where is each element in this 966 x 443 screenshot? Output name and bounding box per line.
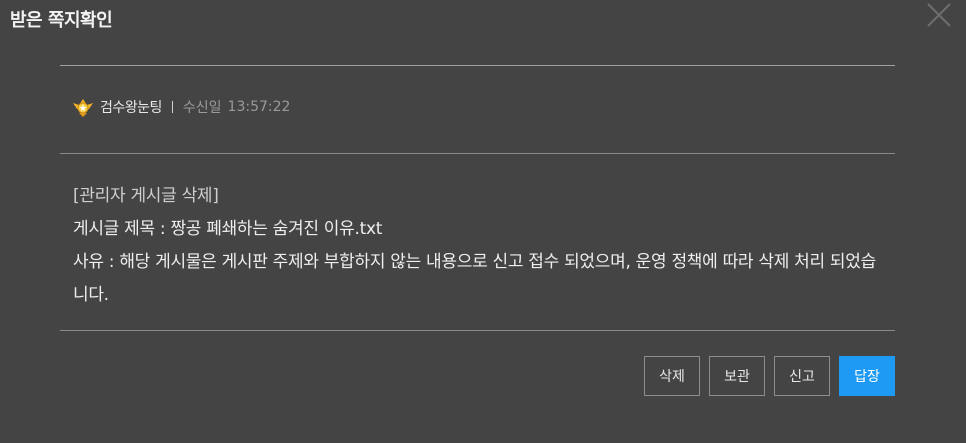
message-title-line: 게시글 제목 : 짱공 폐쇄하는 숨겨진 이유.txt	[73, 219, 383, 239]
meta-separator	[171, 101, 173, 113]
dialog-title: 받은 쪽지확인	[10, 10, 113, 31]
message-header-line: [관리자 게시글 삭제]	[73, 186, 219, 206]
bottom-divider	[60, 330, 895, 331]
top-divider	[60, 65, 895, 66]
rank-badge-icon	[72, 96, 94, 118]
report-button[interactable]: 신고	[774, 356, 830, 396]
sender-name[interactable]: 검수왕눈팅	[100, 97, 162, 117]
action-buttons: 삭제 보관 신고 답장	[644, 356, 895, 396]
reply-button[interactable]: 답장	[839, 356, 895, 396]
close-button[interactable]	[926, 2, 952, 28]
received-label: 수신일	[182, 100, 222, 116]
close-icon	[926, 2, 952, 28]
message-body: [관리자 게시글 삭제] 게시글 제목 : 짱공 폐쇄하는 숨겨진 이유.txt…	[73, 180, 883, 312]
sender-info: 검수왕눈팅 수신일 13:57:22	[72, 96, 290, 118]
middle-divider	[60, 153, 895, 154]
message-reason-line: 사유 : 해당 게시물은 게시판 주제와 부합하지 않는 내용으로 신고 접수 …	[73, 252, 876, 305]
keep-button[interactable]: 보관	[709, 356, 765, 396]
received-time: 13:57:22	[227, 99, 291, 115]
delete-button[interactable]: 삭제	[644, 356, 700, 396]
message-dialog: 받은 쪽지확인 검수왕눈팅 수신일 13:57:22 [관리자 게시글 삭제] …	[0, 0, 966, 443]
